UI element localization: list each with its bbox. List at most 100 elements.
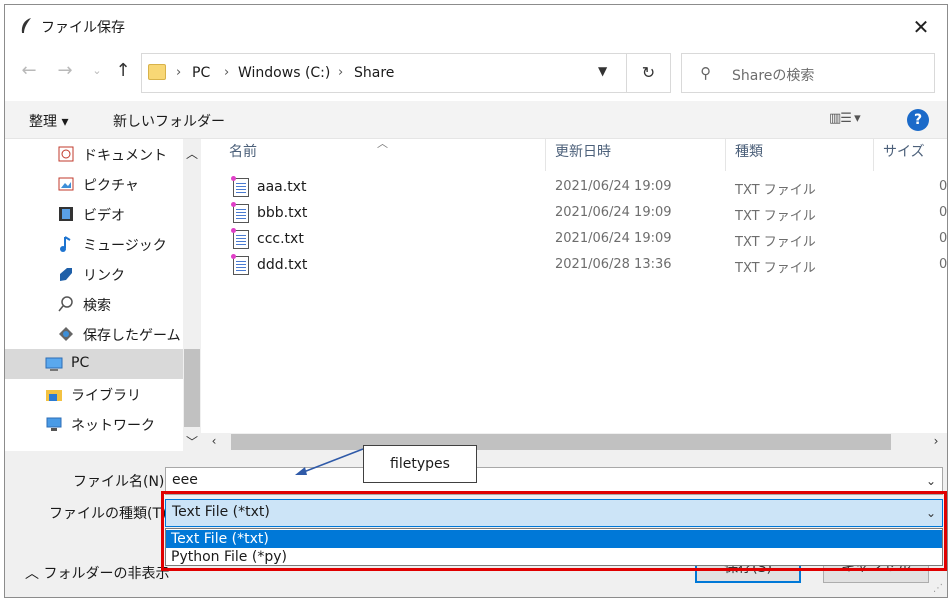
navigation-pane: ドキュメント ピクチャ ビデオ ミュージック リンク 検索 保存したゲーム PC… [5, 139, 201, 451]
navigation-scrollbar[interactable]: ︿ [183, 139, 201, 451]
file-date: 2021/06/24 19:09 [555, 231, 672, 246]
column-divider[interactable] [725, 139, 726, 171]
text-file-icon [231, 202, 249, 223]
file-size: 0 [939, 179, 948, 194]
chevron-down-icon[interactable]: ▼ [598, 64, 607, 78]
file-row[interactable]: ccc.txt 2021/06/24 19:09 TXT ファイル 0 [213, 227, 947, 253]
links-icon [60, 268, 72, 281]
file-date: 2021/06/24 19:09 [555, 205, 672, 220]
file-type: TXT ファイル [735, 183, 816, 198]
sidebar-item-videos[interactable]: ビデオ [5, 199, 183, 229]
sidebar-item-links[interactable]: リンク [5, 259, 183, 289]
sidebar-item-library[interactable]: ライブラリ [5, 379, 183, 409]
organize-button[interactable]: 整理 ▾ [29, 111, 68, 131]
scroll-left-icon[interactable]: ‹ [205, 434, 223, 448]
hide-folders-label: フォルダーの非表示 [43, 566, 170, 582]
file-row[interactable]: bbb.txt 2021/06/24 19:09 TXT ファイル 0 [213, 201, 947, 227]
column-header-date[interactable]: 更新日時 [555, 141, 611, 171]
save-file-dialog: ファイル保存 ✕ ← → ⌄ ↑ › PC › Windows (C:) › S… [4, 4, 948, 598]
file-size: 0 [939, 257, 948, 272]
callout-arrow-icon [295, 448, 364, 475]
sidebar-item-pictures[interactable]: ピクチャ [5, 169, 183, 199]
sidebar-item-label: ピクチャ [83, 178, 139, 194]
file-name: ddd.txt [257, 257, 308, 273]
pictures-icon [58, 177, 74, 191]
breadcrumb-pc[interactable]: PC [192, 65, 210, 81]
file-date: 2021/06/24 19:09 [555, 179, 672, 194]
sidebar-item-search[interactable]: 検索 [5, 289, 183, 319]
text-file-icon [231, 254, 249, 275]
forward-arrow-icon[interactable]: → [53, 59, 77, 83]
text-file-icon [231, 228, 249, 249]
scroll-up-icon[interactable]: ︿ [183, 145, 201, 162]
breadcrumb-share[interactable]: Share [354, 65, 394, 81]
file-type: TXT ファイル [735, 235, 816, 250]
sidebar-item-saved-games[interactable]: 保存したゲーム [5, 319, 183, 349]
column-header-name[interactable]: 名前 [229, 141, 257, 171]
search-box[interactable]: ⚲ Shareの検索 [681, 53, 935, 93]
chevron-right-icon: › [338, 65, 344, 80]
chevron-up-icon: ︿ [25, 566, 39, 582]
scrollbar-thumb[interactable] [184, 349, 200, 427]
new-folder-button[interactable]: 新しいフォルダー [113, 111, 225, 131]
sidebar-item-music[interactable]: ミュージック [5, 229, 183, 259]
search-placeholder: Shareの検索 [732, 68, 815, 84]
file-date: 2021/06/28 13:36 [555, 257, 672, 272]
breadcrumb-windows[interactable]: Windows (C:) [238, 65, 330, 81]
up-arrow-icon[interactable]: ↑ [111, 59, 135, 83]
resize-grip-icon[interactable]: ⋰ [933, 583, 943, 594]
library-icon [46, 390, 62, 401]
sidebar-item-label: ビデオ [83, 208, 125, 224]
folder-icon [148, 64, 166, 80]
refresh-button[interactable]: ↻ [627, 53, 671, 93]
sidebar-item-label: PC [71, 355, 90, 371]
file-row[interactable]: ddd.txt 2021/06/28 13:36 TXT ファイル 0 [213, 253, 947, 279]
scroll-right-icon[interactable]: › [927, 434, 945, 448]
address-bar[interactable]: › PC › Windows (C:) › Share ▼ [141, 53, 627, 93]
sidebar-item-label: ミュージック [83, 238, 167, 254]
view-options-icon[interactable]: ▥☰ ▾ [829, 111, 861, 126]
hide-folders-button[interactable]: ︿ フォルダーの非表示 [25, 563, 169, 583]
file-row[interactable]: aaa.txt 2021/06/24 19:09 TXT ファイル 0 [213, 175, 947, 201]
documents-icon [58, 146, 74, 162]
command-bar: 整理 ▾ 新しいフォルダー ▥☰ ▾ ? [5, 101, 947, 139]
sidebar-item-label: ライブラリ [71, 388, 141, 404]
highlight-frame [161, 491, 947, 571]
sidebar-item-pc[interactable]: PC [5, 349, 183, 379]
chevron-right-icon: › [176, 65, 182, 80]
sidebar-item-network[interactable]: ネットワーク [5, 409, 183, 439]
file-name: bbb.txt [257, 205, 308, 221]
chevron-right-icon: › [224, 65, 230, 80]
network-icon [46, 417, 62, 431]
file-name: ccc.txt [257, 231, 304, 247]
help-icon[interactable]: ? [907, 109, 929, 131]
column-header-type[interactable]: 種類 [735, 141, 763, 171]
file-name: aaa.txt [257, 179, 307, 195]
back-arrow-icon[interactable]: ← [17, 59, 41, 83]
file-type: TXT ファイル [735, 261, 816, 276]
file-size: 0 [939, 205, 948, 220]
sidebar-item-label: ネットワーク [71, 418, 155, 434]
title-bar: ファイル保存 ✕ [5, 5, 947, 47]
scroll-down-icon[interactable]: ﹀ [183, 433, 201, 450]
recent-chevron-icon[interactable]: ⌄ [85, 59, 109, 83]
feather-icon [21, 18, 31, 33]
file-type: TXT ファイル [735, 209, 816, 224]
window-title: ファイル保存 [41, 20, 125, 36]
column-header-size[interactable]: サイズ [883, 141, 925, 171]
filetype-label: ファイルの種類(T): [49, 506, 172, 522]
text-file-icon [231, 176, 249, 197]
column-divider[interactable] [873, 139, 874, 171]
filetypes-callout: filetypes [363, 445, 477, 483]
sidebar-item-label: リンク [83, 268, 125, 284]
filename-label: ファイル名(N): [73, 474, 170, 490]
column-divider[interactable] [545, 139, 546, 171]
filename-value: eee [172, 472, 198, 488]
search-icon: ⚲ [700, 64, 711, 82]
saved-games-icon [59, 327, 73, 341]
sidebar-item-documents[interactable]: ドキュメント [5, 139, 183, 169]
pc-icon [45, 357, 63, 371]
search-icon [58, 296, 73, 312]
chevron-down-icon[interactable]: ⌄ [926, 474, 936, 488]
close-button[interactable]: ✕ [909, 15, 933, 39]
